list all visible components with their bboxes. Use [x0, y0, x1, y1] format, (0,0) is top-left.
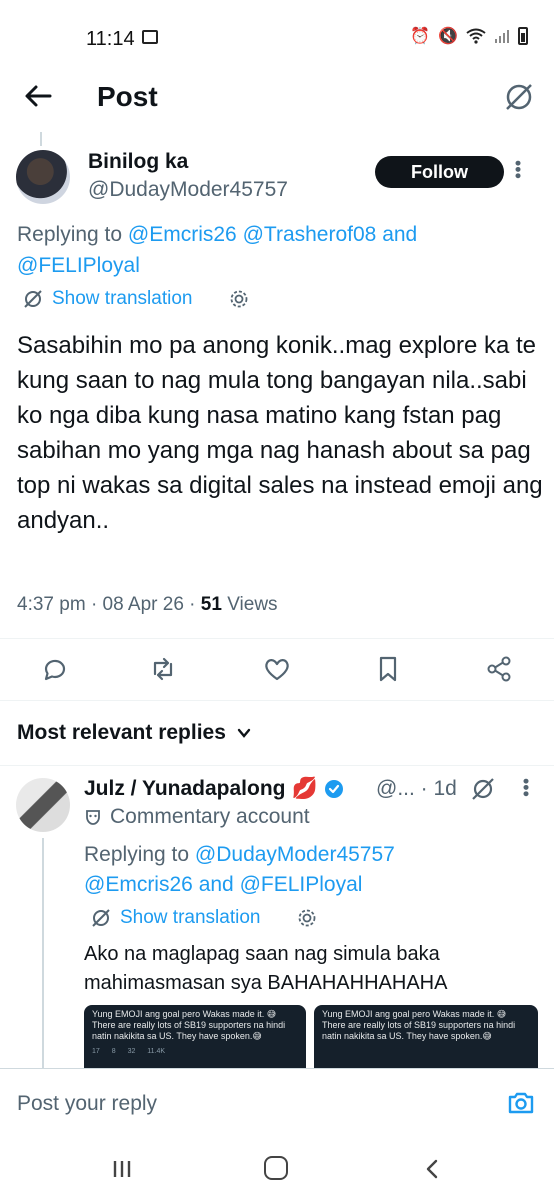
show-translation-label: Show translation — [120, 907, 261, 928]
reply-handle-age: @... · 1d — [376, 777, 457, 801]
media-image[interactable]: Yung EMOJI ang goal pero Wakas made it. … — [314, 1005, 538, 1068]
lips-emoji: 💋 — [291, 777, 318, 800]
repost-icon[interactable] — [148, 654, 178, 684]
gallery-notification-icon — [142, 30, 158, 44]
mute-icon: 🔇 — [438, 28, 458, 45]
translate-icon[interactable] — [470, 776, 496, 802]
more-options-icon[interactable]: ••• — [516, 778, 536, 797]
thread-connector — [42, 838, 44, 1068]
mention-link[interactable]: @Emcris26 — [128, 223, 237, 246]
mask-icon — [86, 810, 100, 825]
author-handle[interactable]: @DudayModer45757 — [88, 178, 288, 202]
mention-link[interactable]: @FELIPloyal — [17, 254, 140, 277]
share-icon[interactable] — [484, 654, 514, 684]
translate-icon[interactable] — [502, 80, 536, 114]
media-stats: 17 8 32 11.4K — [92, 1048, 166, 1055]
recent-apps-icon[interactable] — [111, 1158, 133, 1180]
avatar[interactable] — [16, 150, 70, 204]
status-icons: ⏰ 🔇 — [410, 26, 528, 46]
page-title: Post — [97, 81, 158, 112]
signal-icon — [495, 30, 509, 43]
views-label: Views — [227, 594, 278, 615]
verified-badge-icon — [324, 780, 343, 798]
translate-icon — [92, 909, 110, 927]
mention-link[interactable]: @Trasherof08 — [243, 223, 377, 246]
reply-text: Ako na maglapag saan nag simula baka mah… — [84, 943, 448, 994]
thread-connector — [40, 132, 42, 146]
show-translation-link[interactable]: Show translation — [90, 907, 260, 929]
gear-icon[interactable] — [229, 289, 249, 309]
meta-separator: · — [189, 594, 201, 615]
battery-icon — [518, 27, 528, 45]
reply-avatar[interactable] — [16, 778, 70, 832]
back-arrow-icon[interactable] — [20, 78, 56, 114]
views-count: 51 — [200, 594, 222, 615]
reply-display-name: Julz / Yunadapalong — [84, 777, 286, 800]
chevron-down-icon — [237, 728, 251, 738]
author-display-name[interactable]: Binilog ka — [88, 150, 188, 174]
post-text: Sasabihin mo pa anong konik..mag explore… — [17, 332, 543, 534]
reply-sort-dropdown[interactable]: Most relevant replies — [17, 721, 252, 745]
media-caption: Yung EMOJI ang goal pero Wakas made it. … — [92, 1009, 286, 1041]
wifi-icon — [466, 28, 486, 44]
post-time: 4:37 pm — [17, 594, 86, 615]
translate-icon — [24, 290, 42, 308]
meta-separator: · — [420, 777, 434, 800]
divider — [0, 700, 554, 701]
show-translation-link[interactable]: Show translation — [22, 288, 192, 310]
show-translation-label: Show translation — [52, 288, 193, 309]
media-caption: Yung EMOJI ang goal pero Wakas made it. … — [322, 1009, 516, 1041]
bookmark-icon[interactable] — [373, 654, 403, 684]
like-heart-icon[interactable] — [262, 654, 292, 684]
meta-separator: · — [90, 594, 103, 615]
system-back-icon[interactable] — [422, 1158, 442, 1180]
post-actions — [40, 654, 520, 686]
gear-icon[interactable] — [297, 908, 317, 928]
camera-icon[interactable] — [506, 1088, 536, 1118]
mention-link[interactable]: @FELIPloyal — [240, 873, 363, 896]
post-meta: 4:37 pm · 08 Apr 26 · 51 Views — [17, 594, 278, 616]
commentary-text: Commentary account — [110, 805, 310, 828]
replying-prefix: Replying to — [17, 223, 123, 246]
status-time: 11:14 — [86, 28, 135, 50]
follow-button[interactable]: Follow — [375, 156, 504, 188]
replying-joiner: and — [382, 223, 418, 246]
divider — [0, 638, 554, 639]
reply-handle[interactable]: @... — [376, 777, 415, 800]
mention-link[interactable]: @Emcris26 — [84, 873, 193, 896]
post-date: 08 Apr 26 — [102, 594, 184, 615]
more-options-icon[interactable]: ••• — [508, 160, 528, 179]
reply-sort-label: Most relevant replies — [17, 721, 226, 744]
reply-age: 1d — [433, 777, 457, 800]
home-button-icon[interactable] — [264, 1156, 288, 1180]
replying-joiner: and — [198, 873, 234, 896]
replying-to: Replying to @DudayModer45757 @Emcris26 a… — [84, 840, 544, 900]
mention-link[interactable]: @DudayModer45757 — [195, 843, 395, 866]
reply-input[interactable]: Post your reply — [17, 1092, 157, 1116]
divider — [0, 765, 554, 766]
media-image[interactable]: Yung EMOJI ang goal pero Wakas made it. … — [84, 1005, 306, 1068]
alarm-icon: ⏰ — [410, 28, 431, 45]
replying-prefix: Replying to — [84, 843, 190, 866]
reply-author-name[interactable]: Julz / Yunadapalong 💋 — [84, 777, 344, 801]
reply-icon[interactable] — [40, 654, 70, 684]
commentary-account-label: Commentary account — [84, 805, 310, 829]
replying-to: Replying to @Emcris26 @Trasherof08 and @… — [17, 219, 517, 281]
